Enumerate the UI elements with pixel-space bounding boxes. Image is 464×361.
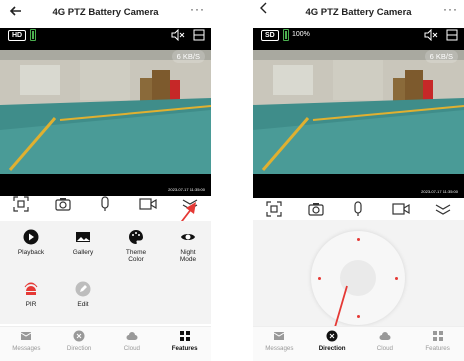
microphone-icon[interactable] — [96, 195, 114, 213]
tab-cloud[interactable]: Cloud — [359, 327, 412, 361]
feature-label: Night Mode — [179, 249, 197, 263]
up-direction-dot[interactable] — [357, 238, 360, 241]
feature-label: Theme Color — [125, 249, 147, 263]
header: 4G PTZ Battery Camera ··· — [253, 0, 464, 28]
tab-features[interactable]: Features — [158, 327, 211, 361]
grid-icon — [432, 331, 443, 341]
more-menu-icon[interactable]: ··· — [190, 2, 205, 16]
camera-icon[interactable] — [307, 200, 325, 218]
tab-features[interactable]: Features — [411, 327, 464, 361]
mail-icon — [21, 332, 32, 340]
quality-badge[interactable]: HD — [8, 30, 27, 41]
image-icon — [76, 232, 90, 242]
feature-label: Playback — [17, 249, 45, 256]
camera-icon[interactable] — [54, 195, 72, 213]
bottom-tab-bar: Messages Direction Cloud Features — [0, 326, 211, 361]
cloud-icon — [379, 332, 391, 340]
feature-pir[interactable]: PIR — [5, 281, 57, 308]
down-direction-dot[interactable] — [357, 315, 360, 318]
live-video[interactable]: HD 6 KB/S 2023-07-17 11:35:00 — [0, 28, 211, 196]
feature-label: Gallery — [72, 249, 94, 256]
battery-icon — [30, 29, 36, 41]
header: 4G PTZ Battery Camera ··· — [0, 0, 211, 28]
microphone-icon[interactable] — [349, 200, 367, 218]
tab-label: Direction — [66, 345, 92, 352]
bottom-tab-bar: Messages Direction Cloud Features — [253, 326, 464, 361]
tab-label: Cloud — [376, 345, 393, 352]
expand-chevron-icon[interactable] — [434, 200, 452, 218]
motion-sensor-icon — [24, 282, 38, 295]
mute-icon[interactable] — [171, 29, 185, 41]
page-title: 4G PTZ Battery Camera — [52, 7, 159, 18]
direction-icon — [73, 330, 85, 342]
tab-label: Messages — [265, 345, 294, 352]
camera-feed-image — [253, 50, 464, 174]
features-panel: Playback Gallery Theme Color Night Mode — [0, 221, 211, 324]
eye-icon — [181, 234, 195, 240]
features-screen: 4G PTZ Battery Camera ··· HD 6 KB/S 2023… — [0, 0, 211, 361]
grid-icon — [179, 331, 190, 341]
screenshot-icon[interactable] — [265, 200, 283, 218]
camera-feed-image — [0, 50, 211, 174]
fullscreen-icon[interactable] — [193, 29, 205, 41]
tab-messages[interactable]: Messages — [253, 327, 306, 361]
left-direction-dot[interactable] — [318, 277, 321, 280]
record-video-icon[interactable] — [139, 195, 157, 213]
tab-direction[interactable]: Direction — [53, 327, 106, 361]
feature-label: Edit — [77, 301, 89, 308]
cloud-icon — [126, 332, 138, 340]
tab-label: Messages — [12, 345, 41, 352]
feature-gallery[interactable]: Gallery — [57, 229, 109, 256]
tab-label: Direction — [318, 345, 346, 352]
tab-label: Features — [425, 345, 450, 352]
tab-messages[interactable]: Messages — [0, 327, 53, 361]
fullscreen-icon[interactable] — [446, 29, 458, 41]
quality-badge[interactable]: SD — [261, 30, 279, 41]
more-menu-icon[interactable]: ··· — [443, 2, 458, 16]
mail-icon — [274, 332, 285, 340]
screenshot-icon[interactable] — [12, 195, 30, 213]
feature-theme-color[interactable]: Theme Color — [110, 229, 162, 263]
direction-screen: 4G PTZ Battery Camera ··· SD 100% 6 KB/S… — [253, 0, 464, 361]
tab-label: Cloud — [123, 345, 140, 352]
battery-icon — [283, 29, 289, 41]
tab-direction[interactable]: Direction — [306, 327, 359, 361]
video-timestamp: 2023-07-17 11:35:00 — [421, 189, 458, 194]
tab-label: Features — [171, 345, 198, 352]
right-direction-dot[interactable] — [395, 277, 398, 280]
live-video[interactable]: SD 100% 6 KB/S 2023-07-17 11:35:00 — [253, 28, 464, 198]
bitrate-label: 6 KB/S — [171, 50, 205, 63]
direction-icon — [326, 330, 338, 342]
feature-playback[interactable]: Playback — [5, 229, 57, 256]
page-title: 4G PTZ Battery Camera — [305, 7, 412, 18]
pencil-icon — [75, 281, 91, 297]
palette-icon — [129, 230, 143, 244]
ptz-control-area — [253, 220, 464, 330]
mute-icon[interactable] — [424, 29, 438, 41]
feature-night-mode[interactable]: Night Mode — [162, 229, 211, 263]
control-bar — [253, 197, 464, 221]
record-video-icon[interactable] — [392, 200, 410, 218]
battery-percent: 100% — [292, 31, 310, 38]
play-icon — [23, 229, 39, 245]
feature-edit[interactable]: Edit — [57, 281, 109, 308]
tab-cloud[interactable]: Cloud — [106, 327, 159, 361]
feature-label: PIR — [25, 301, 37, 308]
bitrate-label: 6 KB/S — [424, 50, 458, 63]
